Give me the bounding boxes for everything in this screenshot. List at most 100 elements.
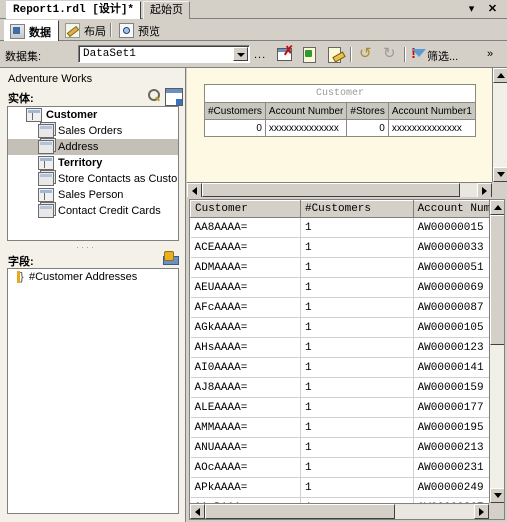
report-cell[interactable]: 0 [346,119,389,137]
table-row[interactable]: AJ8AAAA=1AW000001591 [190,377,504,398]
table-row[interactable]: AMMAAAA=1AW000001951 [190,417,504,438]
design-vertical-scrollbar[interactable] [492,68,507,182]
new-entity-icon[interactable] [165,88,183,106]
table-cell[interactable]: 1 [300,277,414,298]
refresh-fields-button[interactable] [300,45,320,64]
dataset-ellipsis-button[interactable]: ... [254,49,266,61]
table-cell[interactable]: 1 [300,377,414,398]
table-cell[interactable]: AA8AAAA= [190,217,301,238]
tree-item-customer[interactable]: Customer [8,107,178,123]
table-cell[interactable]: AJ8AAAA= [190,377,301,398]
pane-splitter[interactable]: ···· [76,243,110,252]
table-row[interactable]: AOcAAAA=1AW000002311 [190,457,504,478]
table-cell[interactable]: ADMAAAA= [190,257,301,278]
scroll-right-button[interactable] [477,183,492,198]
table-cell[interactable]: 1 [300,237,414,258]
report-cell[interactable]: xxxxxxxxxxxxxx [387,119,476,137]
table-cell[interactable]: 1 [300,457,414,478]
chevron-down-icon[interactable] [233,47,248,61]
tree-item-sales-orders[interactable]: Sales Orders [8,123,178,139]
table-cell[interactable]: AHsAAAA= [190,337,301,358]
tree-item-sales-person[interactable]: Sales Person [8,187,178,203]
table-row[interactable]: AGkAAAA=1AW000001051 [190,317,504,338]
tree-item-contact-credit-cards[interactable]: Contact Credit Cards [8,203,178,219]
tree-item-territory[interactable]: Territory [8,155,178,171]
edit-dataset-button[interactable] [325,45,346,64]
filter-button[interactable] [409,45,429,64]
table-row[interactable]: ADMAAAA=1AW000000511 [190,257,504,278]
table-row[interactable]: AHsAAAA=1AW000001231 [190,337,504,358]
scroll-up-button[interactable] [493,68,507,83]
column-header-num-customers[interactable]: #Customers [299,200,414,218]
table-cell[interactable]: 1 [300,317,414,338]
add-field-icon[interactable] [162,251,179,265]
results-grid[interactable]: Customer #Customers Account Number #Stor… [189,199,505,520]
list-item[interactable]: #Customer Addresses [8,269,178,285]
entities-tree[interactable]: Customer Sales Orders Address Territory [7,106,179,241]
tab-preview[interactable]: 预览 [114,20,167,41]
table-cell[interactable]: 1 [300,417,414,438]
report-cell[interactable]: xxxxxxxxxxxxxx [264,119,348,137]
table-cell[interactable]: AI0AAAA= [190,357,301,378]
table-row[interactable]: APkAAAA=1AW000002491 [190,477,504,498]
scroll-down-button[interactable] [493,167,507,182]
table-cell[interactable]: AGkAAAA= [190,317,301,338]
table-row[interactable]: ALEAAAA=1AW000001771 [190,397,504,418]
report-design-surface[interactable]: Customer #Customers Account Number #Stor… [187,68,507,198]
report-matrix[interactable]: Customer #Customers Account Number #Stor… [204,84,476,137]
table-cell[interactable]: 1 [300,397,414,418]
scroll-down-button[interactable] [490,488,504,503]
table-cell[interactable]: 1 [300,297,414,318]
toolbar-overflow-button[interactable]: » [487,48,493,60]
delete-dataset-button[interactable]: ✗ [275,44,295,64]
report-col-header[interactable]: #Stores [346,102,389,120]
table-cell[interactable]: 1 [300,257,414,278]
document-tab-start-page[interactable]: 起始页 [143,1,190,19]
table-row[interactable]: AFcAAAA=1AW000000871 [190,297,504,318]
tab-data[interactable]: 数据 [4,20,59,42]
fields-list[interactable]: #Customer Addresses [7,268,179,514]
report-col-header[interactable]: #Customers [204,102,266,120]
horizontal-scroll-thumb[interactable] [202,183,460,197]
dataset-combo[interactable]: DataSet1 [78,45,250,63]
vertical-scroll-thumb[interactable] [490,215,504,345]
close-icon[interactable]: ✕ [485,2,500,17]
tab-list-dropdown-icon[interactable]: ▾ [464,2,479,17]
table-cell[interactable]: 1 [300,357,414,378]
table-row[interactable]: ACEAAAA=1AW000000331 [190,237,504,258]
undo-button[interactable]: ↺ [357,45,377,64]
table-cell[interactable]: 1 [300,337,414,358]
table-row[interactable]: AA8AAAA=1AW000000151 [190,217,504,238]
table-row[interactable]: AI0AAAA=1AW000001411 [190,357,504,378]
tab-layout[interactable]: 布局 [60,20,113,41]
scroll-left-button[interactable] [187,183,202,198]
table-cell[interactable]: 1 [300,477,414,498]
report-cell[interactable]: 0 [204,119,266,137]
column-header-customer[interactable]: Customer [190,200,301,218]
results-horizontal-scrollbar[interactable] [190,503,489,519]
tree-item-store-contacts[interactable]: Store Contacts as Customer [8,171,178,187]
table-row[interactable]: ANUAAAA=1AW000002131 [190,437,504,458]
search-icon[interactable] [146,88,162,104]
table-cell[interactable]: AOcAAAA= [190,457,301,478]
filter-label[interactable]: 筛选... [427,48,458,64]
results-vertical-scrollbar[interactable] [489,200,504,503]
document-tab-report1[interactable]: Report1.rdl [设计]* [6,1,142,19]
table-cell[interactable]: ACEAAAA= [190,237,301,258]
table-cell[interactable]: ALEAAAA= [190,397,301,418]
scroll-right-button[interactable] [474,504,489,519]
table-cell[interactable]: 1 [300,437,414,458]
table-cell[interactable]: 1 [300,217,414,238]
table-cell[interactable]: AFcAAAA= [190,297,301,318]
table-cell[interactable]: AMMAAAA= [190,417,301,438]
design-horizontal-scrollbar[interactable] [187,182,492,198]
tree-item-address[interactable]: Address [8,139,178,155]
report-col-header[interactable]: Account Number [264,102,348,120]
horizontal-scroll-thumb[interactable] [205,504,395,519]
redo-button[interactable]: ↻ [381,45,401,64]
scroll-up-button[interactable] [490,200,504,215]
report-col-header[interactable]: Account Number1 [387,102,476,120]
scroll-left-button[interactable] [190,504,205,519]
table-cell[interactable]: AEUAAAA= [190,277,301,298]
table-cell[interactable]: ANUAAAA= [190,437,301,458]
